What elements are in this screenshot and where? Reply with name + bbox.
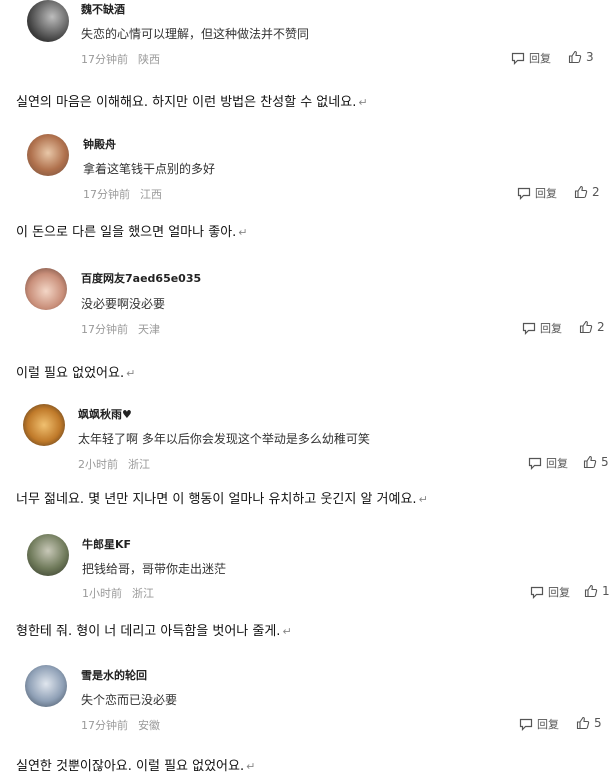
- comment-text: 没必要啊没必要: [81, 297, 166, 311]
- translation-line: 형한테 줘. 형이 너 데리고 아득함을 벗어나 줄게. ↵: [16, 624, 292, 639]
- comment-username[interactable]: 魏不缺酒: [81, 1, 125, 17]
- thumbs-up-icon: [576, 716, 590, 730]
- comment-location: 江西: [140, 188, 162, 201]
- translation-line: 이 돈으로 다른 일을 했으면 얼마나 좋아. ↵: [16, 225, 248, 240]
- reply-label: 回复: [535, 187, 557, 200]
- comment-username[interactable]: 牛郎星KF: [82, 536, 131, 552]
- like-count: 5: [601, 455, 609, 469]
- comment-meta: 1小时前 浙江: [82, 585, 154, 601]
- comment-location: 天津: [138, 323, 160, 336]
- reply-label: 回复: [537, 718, 559, 731]
- comment-username[interactable]: 钟殿舟: [83, 136, 116, 152]
- like-button[interactable]: 2: [579, 320, 605, 334]
- thumbs-up-icon: [568, 50, 582, 64]
- reply-label: 回复: [546, 457, 568, 470]
- reply-button[interactable]: 回复: [528, 455, 568, 471]
- reply-button[interactable]: 回复: [530, 584, 570, 600]
- paragraph-mark: ↵: [126, 367, 136, 380]
- like-count: 1: [602, 584, 610, 598]
- avatar[interactable]: [25, 268, 67, 310]
- comment-meta: 17分钟前 陕西: [81, 51, 160, 67]
- paragraph-mark: ↵: [282, 625, 292, 638]
- comment-location: 陕西: [138, 53, 160, 66]
- thumbs-up-icon: [574, 185, 588, 199]
- paragraph-mark: ↵: [418, 493, 428, 506]
- reply-icon: [530, 586, 544, 599]
- comment-text: 把钱给哥，哥带你走出迷茫: [82, 562, 227, 576]
- comment-time: 2小时前: [78, 458, 118, 471]
- like-button[interactable]: 3: [568, 50, 594, 64]
- like-count: 2: [597, 320, 605, 334]
- translation-line: 실연의 마음은 이해해요. 하지만 이런 방법은 찬성할 수 없네요. ↵: [16, 95, 368, 110]
- comment-text: 失恋的心情可以理解，但这种做法并不赞同: [81, 27, 310, 41]
- comment-username[interactable]: 飒飒秋雨♥: [78, 406, 132, 422]
- reply-icon: [522, 322, 536, 335]
- like-count: 5: [594, 716, 602, 730]
- comment-username[interactable]: 百度网友7aed65e035: [81, 270, 201, 286]
- reply-button[interactable]: 回复: [519, 716, 559, 732]
- paragraph-mark: ↵: [358, 96, 368, 109]
- comment-time: 17分钟前: [81, 53, 128, 66]
- comment-location: 安徽: [138, 719, 160, 732]
- comment-text: 拿着这笔钱干点别的多好: [83, 162, 216, 176]
- translation-line: 너무 젊네요. 몇 년만 지나면 이 행동이 얼마나 유치하고 웃긴지 알 거예…: [16, 492, 428, 507]
- avatar[interactable]: [27, 134, 69, 176]
- reply-button[interactable]: 回复: [511, 50, 551, 66]
- paragraph-mark: ↵: [246, 760, 256, 773]
- comment-time: 1小时前: [82, 587, 122, 600]
- reply-label: 回复: [529, 52, 551, 65]
- avatar[interactable]: [27, 0, 69, 42]
- like-button[interactable]: 5: [583, 455, 609, 469]
- reply-icon: [528, 457, 542, 470]
- like-button[interactable]: 5: [576, 716, 602, 730]
- comment-location: 浙江: [132, 587, 154, 600]
- reply-label: 回复: [540, 322, 562, 335]
- comment-text: 失个恋而已没必要: [81, 693, 178, 707]
- like-button[interactable]: 2: [574, 185, 600, 199]
- comment-meta: 17分钟前 安徽: [81, 717, 160, 733]
- comment-location: 浙江: [128, 458, 150, 471]
- thumbs-up-icon: [583, 455, 597, 469]
- paragraph-mark: ↵: [238, 226, 248, 239]
- reply-button[interactable]: 回复: [517, 185, 557, 201]
- comment-time: 17分钟前: [81, 719, 128, 732]
- translation-line: 실연한 것뿐이잖아요. 이럴 필요 없었어요. ↵: [16, 759, 256, 774]
- avatar[interactable]: [25, 665, 67, 707]
- comment-time: 17分钟前: [81, 323, 128, 336]
- like-count: 3: [586, 50, 594, 64]
- comment-text: 太年轻了啊 多年以后你会发现这个举动是多么幼稚可笑: [78, 432, 370, 446]
- comment-meta: 2小时前 浙江: [78, 456, 150, 472]
- comment-meta: 17分钟前 天津: [81, 321, 160, 337]
- reply-icon: [519, 718, 533, 731]
- comment-meta: 17分钟前 江西: [83, 186, 162, 202]
- thumbs-up-icon: [584, 584, 598, 598]
- reply-label: 回复: [548, 586, 570, 599]
- avatar[interactable]: [27, 534, 69, 576]
- comment-time: 17分钟前: [83, 188, 130, 201]
- comment-username[interactable]: 雪是水的轮回: [81, 667, 147, 683]
- translation-line: 이럴 필요 없었어요. ↵: [16, 366, 136, 381]
- avatar[interactable]: [23, 404, 65, 446]
- reply-icon: [517, 187, 531, 200]
- reply-icon: [511, 52, 525, 65]
- reply-button[interactable]: 回复: [522, 320, 562, 336]
- thumbs-up-icon: [579, 320, 593, 334]
- like-button[interactable]: 1: [584, 584, 610, 598]
- like-count: 2: [592, 185, 600, 199]
